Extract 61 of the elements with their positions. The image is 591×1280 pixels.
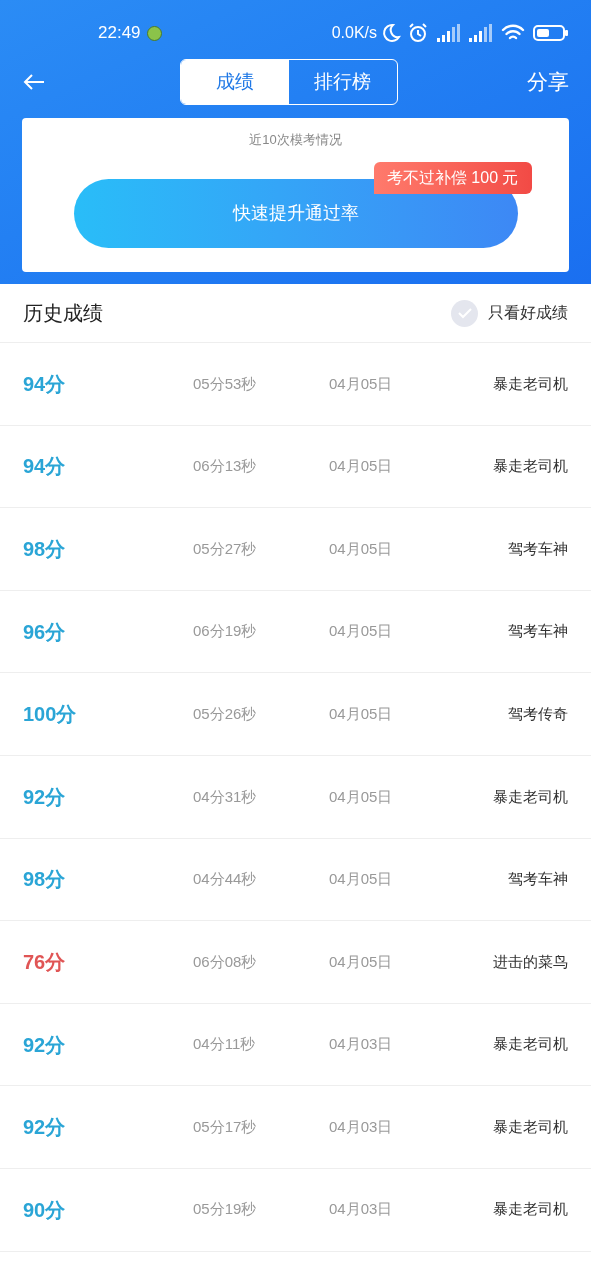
date: 04月05日 [329,869,394,890]
date: 04月05日 [329,538,394,559]
card-subtitle: 近10次模考情况 [249,131,342,149]
rank-title: 暴走老司机 [492,786,568,807]
date: 04月03日 [329,1034,394,1055]
duration: 05分27秒 [193,538,258,559]
score: 92分 [23,784,67,810]
promo-badge: 考不过补偿 100 元 [373,161,532,194]
score: 100分 [23,702,78,728]
battery-icon [533,24,569,42]
duration: 05分17秒 [193,1116,258,1137]
signal-icon [467,23,493,43]
rank-title: 驾考车神 [507,869,568,890]
duration: 05分53秒 [193,373,258,394]
signal-icon [435,23,461,43]
date: 04月05日 [329,373,394,394]
check-icon [457,307,472,319]
score: 96分 [23,619,67,645]
rank-title: 驾考传奇 [507,703,568,724]
date: 04月05日 [329,456,394,477]
filter-checkbox[interactable] [451,299,478,327]
score: 92分 [23,1032,67,1058]
duration: 04分11秒 [193,1034,257,1055]
rank-title: 暴走老司机 [492,373,568,394]
rank-title: 暴走老司机 [492,456,568,477]
filter-label: 只看好成绩 [488,303,568,323]
moon-icon [381,23,401,43]
section-title: 历史成绩 [23,301,103,326]
duration: 06分13秒 [193,456,258,477]
rank-title: 驾考车神 [507,538,568,559]
date: 04月05日 [329,621,394,642]
score: 98分 [23,537,67,562]
date: 04月05日 [329,703,394,724]
tab[interactable]: 成绩 [180,60,289,104]
duration: 06分19秒 [193,621,258,642]
score: 94分 [23,454,67,480]
score: 76分 [23,949,67,975]
duration: 04分44秒 [193,869,258,890]
rank-title: 暴走老司机 [492,1116,568,1137]
score: 94分 [23,371,67,397]
date: 04月03日 [329,1199,394,1220]
alarm-icon [407,22,429,44]
date: 04月05日 [329,786,394,807]
rank-title: 驾考车神 [507,621,568,642]
rank-title: 进击的菜鸟 [492,951,568,972]
rank-title: 暴走老司机 [492,1199,568,1220]
date: 04月05日 [329,951,394,972]
duration: 06分08秒 [193,951,258,972]
duration: 04分31秒 [193,786,258,807]
duration: 05分26秒 [193,703,258,724]
score: 98分 [23,867,67,893]
score: 90分 [23,1197,67,1223]
back-icon[interactable] [22,72,46,92]
score: 92分 [23,1115,67,1141]
status-time: 22:49 [98,22,141,45]
duration: 05分19秒 [193,1199,258,1220]
rank-title: 暴走老司机 [492,1034,568,1055]
date: 04月03日 [329,1116,394,1137]
tab[interactable]: 排行榜 [288,60,397,104]
share-button[interactable]: 分享 [527,66,569,98]
net-speed: 0.0K/s [331,23,377,43]
